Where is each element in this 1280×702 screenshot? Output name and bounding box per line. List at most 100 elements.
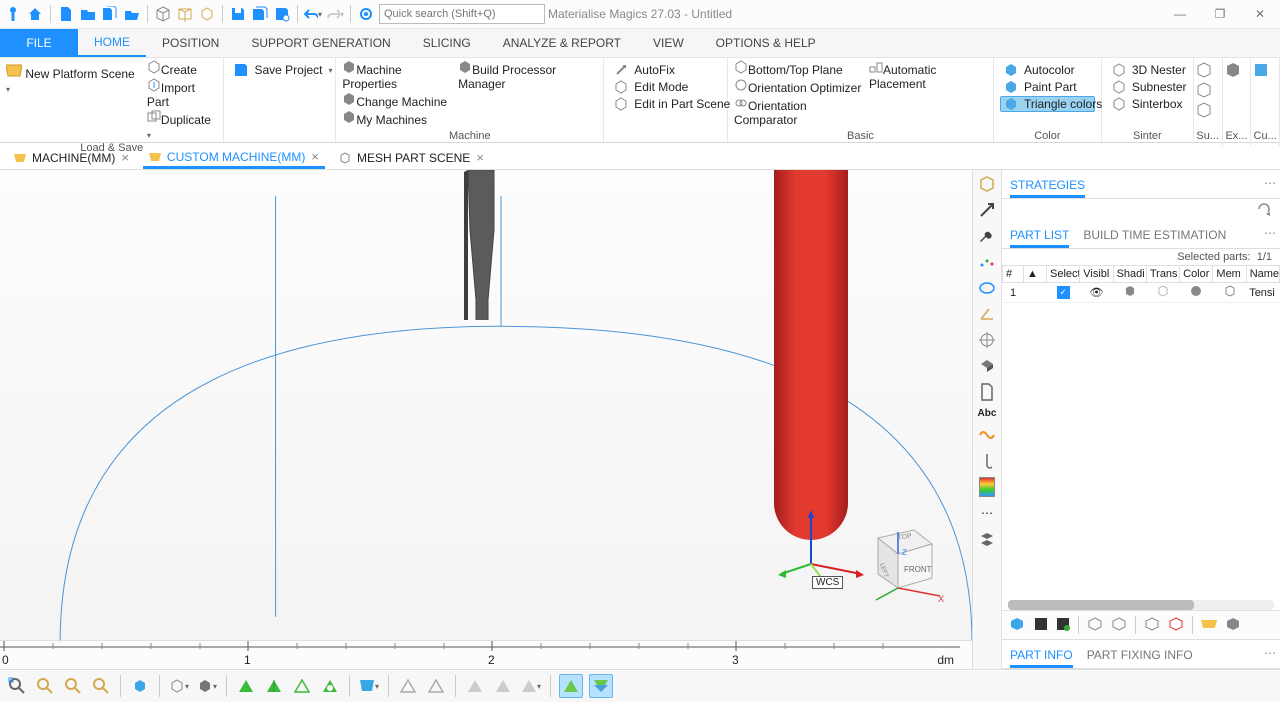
- ribbon-cube2-icon[interactable]: [1196, 82, 1220, 101]
- tab-mesh-part-scene[interactable]: MESH PART SCENE×: [333, 146, 490, 169]
- 3d-nester-button[interactable]: 3D Nester: [1108, 62, 1187, 78]
- vt-cube-icon[interactable]: [977, 174, 997, 194]
- sinterbox-button[interactable]: Sinterbox: [1108, 96, 1187, 112]
- color-swatch[interactable]: [1191, 286, 1201, 296]
- rb9-icon[interactable]: [1225, 617, 1241, 634]
- bt-tri1-icon[interactable]: [235, 675, 257, 697]
- paint-part-button[interactable]: Paint Part: [1000, 79, 1095, 95]
- close-tab-icon[interactable]: ×: [476, 150, 484, 165]
- menu-slicing[interactable]: SLICING: [407, 29, 487, 57]
- panel-menu-icon[interactable]: ⋯: [1264, 176, 1276, 190]
- shade-cube-icon[interactable]: [1124, 288, 1136, 300]
- bt-tri3-icon[interactable]: [291, 675, 313, 697]
- menu-support[interactable]: SUPPORT GENERATION: [235, 29, 406, 57]
- vt-abc-icon[interactable]: Abc: [977, 408, 997, 419]
- subnester-button[interactable]: Subnester: [1108, 79, 1187, 95]
- ribbon-cube4-icon[interactable]: [1225, 62, 1249, 81]
- bt-gtri2-icon[interactable]: [425, 675, 447, 697]
- bt-sel1-icon[interactable]: [559, 674, 583, 698]
- menu-file[interactable]: FILE: [0, 29, 78, 57]
- menu-home[interactable]: HOME: [78, 29, 146, 57]
- tab-part-info[interactable]: PART INFO: [1010, 648, 1073, 668]
- quick-search-input[interactable]: [379, 4, 545, 24]
- home-icon[interactable]: [26, 5, 44, 23]
- my-machines-button[interactable]: My Machines: [342, 110, 452, 127]
- panel-menu-icon[interactable]: ⋯: [1264, 646, 1276, 660]
- triangle-colors-button[interactable]: Triangle colors: [1000, 96, 1095, 112]
- save-all-icon[interactable]: [251, 5, 269, 23]
- zoom-in3-icon[interactable]: [90, 675, 112, 697]
- view-cube[interactable]: TOP FRONT LEFT Z X: [854, 522, 944, 605]
- vt-layers-icon[interactable]: [977, 529, 997, 549]
- tab-strategies[interactable]: STRATEGIES: [1010, 178, 1085, 198]
- build-processor-button[interactable]: Build Processor Manager: [458, 60, 597, 91]
- cube-icon[interactable]: [154, 5, 172, 23]
- menu-view[interactable]: VIEW: [637, 29, 700, 57]
- rb8-icon[interactable]: [1201, 618, 1217, 633]
- bt-gtri5-icon[interactable]: ▾: [520, 675, 542, 697]
- menu-analyze[interactable]: ANALYZE & REPORT: [487, 29, 637, 57]
- orientation-optimizer-button[interactable]: Orientation Optimizer: [734, 78, 863, 95]
- duplicate-button[interactable]: Duplicate ▾: [147, 110, 218, 141]
- maximize-button[interactable]: ❐: [1200, 0, 1240, 28]
- refresh-icon[interactable]: [1256, 201, 1272, 220]
- bt-gtri1-icon[interactable]: [397, 675, 419, 697]
- vt-circle-icon[interactable]: [977, 278, 997, 298]
- bt-tri4-icon[interactable]: [319, 675, 341, 697]
- vt-arrow-icon[interactable]: [977, 200, 997, 220]
- bt-sel2-icon[interactable]: [589, 674, 613, 698]
- save-as-icon[interactable]: [273, 5, 291, 23]
- import-part-button[interactable]: Import Part: [147, 78, 218, 109]
- edit-part-scene-button[interactable]: Edit in Part Scene: [610, 96, 721, 112]
- close-tab-icon[interactable]: ×: [311, 149, 319, 164]
- rb7-icon[interactable]: [1168, 617, 1184, 634]
- rb5-icon[interactable]: [1111, 617, 1127, 634]
- tab-custom-machine[interactable]: CUSTOM MACHINE(MM)×: [143, 145, 325, 169]
- ribbon-cube1-icon[interactable]: [1196, 62, 1220, 81]
- vt-crosshair-icon[interactable]: [977, 330, 997, 350]
- zoom-in1-icon[interactable]: [34, 675, 56, 697]
- eye-icon[interactable]: 👁: [1089, 287, 1103, 299]
- bt-cube1-icon[interactable]: [129, 675, 151, 697]
- rb2-icon[interactable]: [1034, 617, 1048, 634]
- tab-part-fixing[interactable]: PART FIXING INFO: [1087, 648, 1193, 668]
- ribbon-cube5-icon[interactable]: [1253, 62, 1277, 81]
- automatic-placement-button[interactable]: Automatic Placement: [869, 60, 987, 91]
- machine-properties-button[interactable]: Machine Properties: [342, 60, 452, 91]
- vt-dots-icon[interactable]: [977, 252, 997, 272]
- bt-cube3-icon[interactable]: ▾: [196, 675, 218, 697]
- trans-cube-icon[interactable]: [1157, 288, 1169, 300]
- new-file-icon[interactable]: [57, 5, 75, 23]
- zoom-fit-icon[interactable]: [6, 675, 28, 697]
- ribbon-cube3-icon[interactable]: [1196, 102, 1220, 121]
- bt-view1-icon[interactable]: ▾: [358, 675, 380, 697]
- gear-icon[interactable]: [357, 5, 375, 23]
- rb6-icon[interactable]: [1144, 617, 1160, 634]
- vt-clip-icon[interactable]: [977, 451, 997, 471]
- vt-wrench-icon[interactable]: [977, 226, 997, 246]
- new-platform-scene-button[interactable]: New Platform Scene ▾: [6, 60, 137, 95]
- open-project-icon[interactable]: [123, 5, 141, 23]
- bottom-top-plane-button[interactable]: Bottom/Top Plane: [734, 60, 863, 77]
- orientation-comparator-button[interactable]: Orientation Comparator: [734, 96, 863, 127]
- vt-more-icon[interactable]: ⋯: [977, 503, 997, 523]
- menu-position[interactable]: POSITION: [146, 29, 235, 57]
- create-button[interactable]: Create: [147, 60, 218, 77]
- undo-icon[interactable]: ▾: [304, 5, 322, 23]
- autocolor-button[interactable]: Autocolor: [1000, 62, 1095, 78]
- rb3-icon[interactable]: [1056, 617, 1070, 634]
- autofix-button[interactable]: AutoFix: [610, 62, 721, 78]
- vt-angle-icon[interactable]: [977, 304, 997, 324]
- table-row[interactable]: 1 ✓ 👁 Tensi: [1003, 283, 1280, 303]
- checkbox-icon[interactable]: ✓: [1057, 286, 1070, 299]
- bt-cube2-icon[interactable]: ▾: [168, 675, 190, 697]
- box-icon[interactable]: [176, 5, 194, 23]
- multi-file-icon[interactable]: [101, 5, 119, 23]
- part-list-table[interactable]: # ▲ Select Visibl Shadi Trans Color Mem …: [1002, 265, 1280, 303]
- redo-icon[interactable]: ▾: [326, 5, 344, 23]
- bt-tri2-icon[interactable]: [263, 675, 285, 697]
- zoom-in2-icon[interactable]: [62, 675, 84, 697]
- close-button[interactable]: ✕: [1240, 0, 1280, 28]
- open-file-icon[interactable]: [79, 5, 97, 23]
- tab-machine[interactable]: MACHINE(MM)×: [8, 146, 135, 169]
